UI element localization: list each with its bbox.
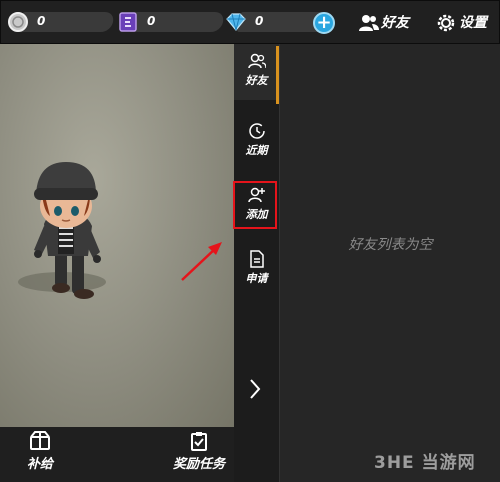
friends-list-panel: 好友列表为空	[279, 44, 500, 482]
friends-top-label: 好友	[381, 15, 409, 31]
watermark: 3HE 当游网	[374, 453, 476, 473]
friends-list-empty-text: 好友列表为空	[348, 237, 433, 253]
nav-recent[interactable]: 近期	[234, 114, 279, 170]
character-preview	[0, 44, 234, 427]
bottom-action-bar: 补给 奖励任务	[0, 427, 234, 482]
ticket-value: 0	[147, 14, 156, 28]
nav-requests[interactable]: 申请	[234, 242, 279, 298]
gear-icon	[437, 14, 455, 32]
top-resource-bar: 0 0 0 + 好友 设置	[0, 0, 500, 44]
settings-top-button[interactable]: 设置	[437, 11, 497, 35]
purple-ticket-icon	[119, 12, 137, 32]
add-diamond-button[interactable]: +	[313, 12, 335, 34]
document-icon	[249, 250, 264, 268]
blue-diamond-icon	[226, 13, 246, 31]
diamond-value: 0	[255, 14, 264, 28]
add-tab-highlight-box	[233, 181, 277, 229]
nav-friends-label: 好友	[245, 74, 268, 87]
settings-top-label: 设置	[459, 15, 487, 31]
character-model	[18, 162, 106, 299]
chevron-right-icon[interactable]	[245, 376, 265, 402]
reward-tasks-label: 奖励任务	[172, 457, 225, 472]
annotation-arrow-icon	[181, 242, 222, 281]
nav-friends[interactable]: 好友	[234, 44, 279, 104]
friends-top-button[interactable]: 好友	[359, 11, 419, 35]
silver-coin-icon	[8, 12, 28, 32]
friends-icon	[359, 15, 379, 31]
silver-coin-counter: 0	[7, 11, 116, 33]
supply-button[interactable]: 补给	[10, 427, 70, 482]
friends-icon	[247, 53, 266, 69]
recent-clock-icon	[248, 123, 265, 139]
supply-label: 补给	[26, 457, 53, 472]
friends-side-nav: 好友 近期 添加 申请	[234, 44, 279, 482]
diamond-counter: 0	[225, 11, 334, 33]
nav-recent-label: 近期	[245, 144, 268, 157]
silver-coin-value: 0	[37, 14, 46, 28]
reward-tasks-button[interactable]: 奖励任务	[164, 427, 234, 482]
ticket-counter: 0	[117, 11, 226, 33]
clipboard-check-icon	[191, 432, 207, 451]
nav-requests-label: 申请	[245, 272, 268, 285]
supply-box-icon	[30, 431, 50, 450]
